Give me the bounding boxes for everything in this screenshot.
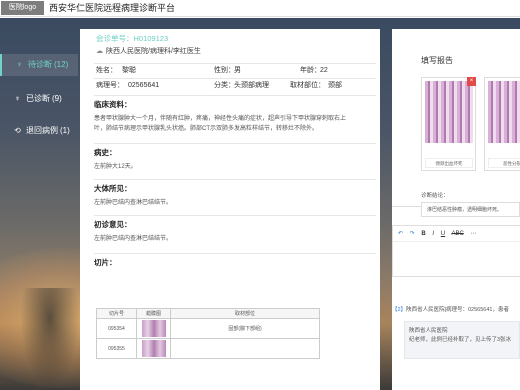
initial-opinion-section: 初诊意见： 左前肿巴结内查淋巴结结节。 xyxy=(94,215,376,251)
slide-image[interactable] xyxy=(141,320,166,337)
history-section: 病史： 左前肿大12天。 xyxy=(94,143,376,179)
initial-opinion-title: 初诊意见： xyxy=(94,220,132,229)
site-label: 取材部位： xyxy=(290,82,325,89)
italic-button[interactable]: I xyxy=(432,231,434,237)
sidebar-item-count: (9) xyxy=(52,94,62,103)
report-image-card[interactable]: 恶性分裂 xyxy=(484,77,520,171)
column-header: 蜡膜图 xyxy=(136,308,171,319)
sidebar-item-diagnosed[interactable]: ♆ 已诊断 (9) xyxy=(0,88,78,110)
table-row[interactable]: 095355 xyxy=(96,338,320,359)
patient-sex: 男 xyxy=(234,67,241,74)
slice-table: 切片号 蜡膜图 取材部位 095354 固部(腺下部组) 095355 xyxy=(96,308,320,359)
stethoscope-icon: ♆ xyxy=(16,60,23,69)
age-label: 年龄： xyxy=(300,67,321,74)
image-caption: 恶性分裂 xyxy=(488,158,520,168)
patient-row-1: 姓名： 黎聪 性别： 男 年龄： 22 xyxy=(94,63,376,76)
more-options-icon[interactable]: ⋯ xyxy=(470,231,476,237)
slice-number: 095354 xyxy=(96,318,137,339)
clinical-section: 临床资料： 患者甲状腺肿大一个月，伴随有红肿，疼痛，神经性头痛的症状，超声引导下… xyxy=(94,95,376,147)
rich-text-editor[interactable]: ↶ ↷ B I U ABC ⋯ xyxy=(392,225,520,277)
case-number: 会诊单号：H0109123 xyxy=(96,34,169,43)
slide-thumbnail[interactable] xyxy=(136,318,171,339)
slice-site: 固部(腺下部组) xyxy=(170,318,320,339)
redo-icon[interactable]: ↷ xyxy=(410,231,415,237)
history-title: 病史： xyxy=(94,148,117,157)
slice-number: 095355 xyxy=(96,338,137,359)
category-label: 分类： xyxy=(214,82,235,89)
slide-image[interactable] xyxy=(141,340,166,357)
report-image-card[interactable]: × 颈颏出血坏死 xyxy=(421,77,476,171)
pathology-image[interactable] xyxy=(425,81,473,143)
patient-row-2: 病理号： 02565641 分类： 头颈部病理 取材部位： 颈部 xyxy=(94,78,376,91)
history-body: 左前肿大12天。 xyxy=(94,164,137,170)
clinical-title: 临床资料： xyxy=(94,100,132,109)
app-title: 西安华仁医院远程病理诊断平台 xyxy=(49,3,176,13)
gross-section: 大体所见： 左前肿巴结内查淋巴结结节。 xyxy=(94,179,376,215)
sex-label: 性别： xyxy=(214,67,235,74)
site-value: 颈部 xyxy=(328,82,342,89)
sidebar-item-returned[interactable]: ⟲ 退回病例 (1) xyxy=(0,120,78,142)
message-header: 【2】陕西省人民医院|病理号：02565641，患者 xyxy=(392,305,520,313)
hospital-name: 陕西人民医院/病理科/李红医生 xyxy=(106,48,201,55)
report-title: 填写报告 xyxy=(421,56,453,65)
message-bubble: 陕西省人民医院 纪老师，此例已经补取了，见上传了3张冰 xyxy=(404,321,520,359)
table-header-row: 切片号 蜡膜图 取材部位 xyxy=(96,308,320,319)
sidebar-item-label: 退回病例 xyxy=(26,126,58,135)
category-value: 头颈部病理 xyxy=(234,82,269,89)
clinical-body: 患者甲状腺肿大一个月，伴随有红肿，疼痛，神经性头痛的症状，超声引导下甲状腺穿刺取… xyxy=(94,116,347,132)
sidebar-item-count: (12) xyxy=(54,60,69,69)
sidebar: ♆ 待诊断 (12) ♆ 已诊断 (9) ⟲ 退回病例 (1) xyxy=(0,18,78,390)
sidebar-item-label: 已诊断 xyxy=(26,94,50,103)
pathology-no: 02565641 xyxy=(128,82,160,89)
name-label: 姓名： xyxy=(96,67,117,74)
delete-image-icon[interactable]: × xyxy=(467,77,476,86)
patient-age: 22 xyxy=(320,67,328,74)
gross-body: 左前肿巴结内查淋巴结结节。 xyxy=(94,200,173,206)
sidebar-item-pending[interactable]: ♆ 待诊断 (12) xyxy=(0,54,78,76)
pathology-image[interactable] xyxy=(488,81,520,143)
hospital-info: ☁ 陕西人民医院/病理科/李红医生 xyxy=(96,46,201,56)
sidebar-item-count: (1) xyxy=(60,126,70,135)
sidebar-item-label: 待诊断 xyxy=(28,60,52,69)
column-header: 切片号 xyxy=(96,308,137,319)
stethoscope-icon: ♆ xyxy=(14,94,21,103)
table-row[interactable]: 095354 固部(腺下部组) xyxy=(96,318,320,339)
pathology-no-label: 病理号： xyxy=(96,82,124,89)
message-tag: 【2】 xyxy=(392,307,407,313)
editor-toolbar: ↶ ↷ B I U ABC ⋯ xyxy=(393,226,520,242)
initial-opinion-body: 左前肿巴结内查淋巴结结节。 xyxy=(94,236,173,242)
message-sender: 陕西省人民医院 xyxy=(409,328,448,334)
diagnosis-label: 诊断结论： xyxy=(421,193,449,199)
top-header: 医院logo 西安华仁医院远程病理诊断平台 xyxy=(0,0,520,17)
slide-thumbnail[interactable] xyxy=(136,338,171,359)
report-panel: 填写报告 × 颈颏出血坏死 恶性分裂 诊断结论： 淋巴结恶性肿瘤，透明细胞坏死。… xyxy=(392,29,520,390)
slices-section: 切片： xyxy=(94,253,376,273)
gross-title: 大体所见： xyxy=(94,184,132,193)
case-detail-panel: 会诊单号：H0109123 ☁ 陕西人民医院/病理科/李红医生 姓名： 黎聪 性别… xyxy=(80,29,380,390)
return-icon: ⟲ xyxy=(14,126,21,135)
cloud-icon: ☁ xyxy=(96,48,103,55)
message-summary: 陕西省人民医院|病理号：02565641，患者 xyxy=(406,307,509,313)
slices-title: 切片： xyxy=(94,258,117,267)
patient-name: 黎聪 xyxy=(122,67,136,74)
underline-button[interactable]: U xyxy=(441,231,445,237)
message-body: 纪老师，此例已经补取了，见上传了3张冰 xyxy=(409,337,512,343)
bold-button[interactable]: B xyxy=(421,231,425,237)
report-box: 填写报告 × 颈颏出血坏死 恶性分裂 xyxy=(392,29,520,207)
hospital-logo: 医院logo xyxy=(1,1,44,15)
diagnosis-input[interactable]: 淋巴结恶性肿瘤，透明细胞坏死。 xyxy=(421,202,520,217)
image-caption: 颈颏出血坏死 xyxy=(425,158,473,168)
strikethrough-button[interactable]: ABC xyxy=(451,231,463,237)
slice-site xyxy=(170,338,320,359)
undo-icon[interactable]: ↶ xyxy=(398,231,403,237)
column-header: 取材部位 xyxy=(170,308,320,319)
